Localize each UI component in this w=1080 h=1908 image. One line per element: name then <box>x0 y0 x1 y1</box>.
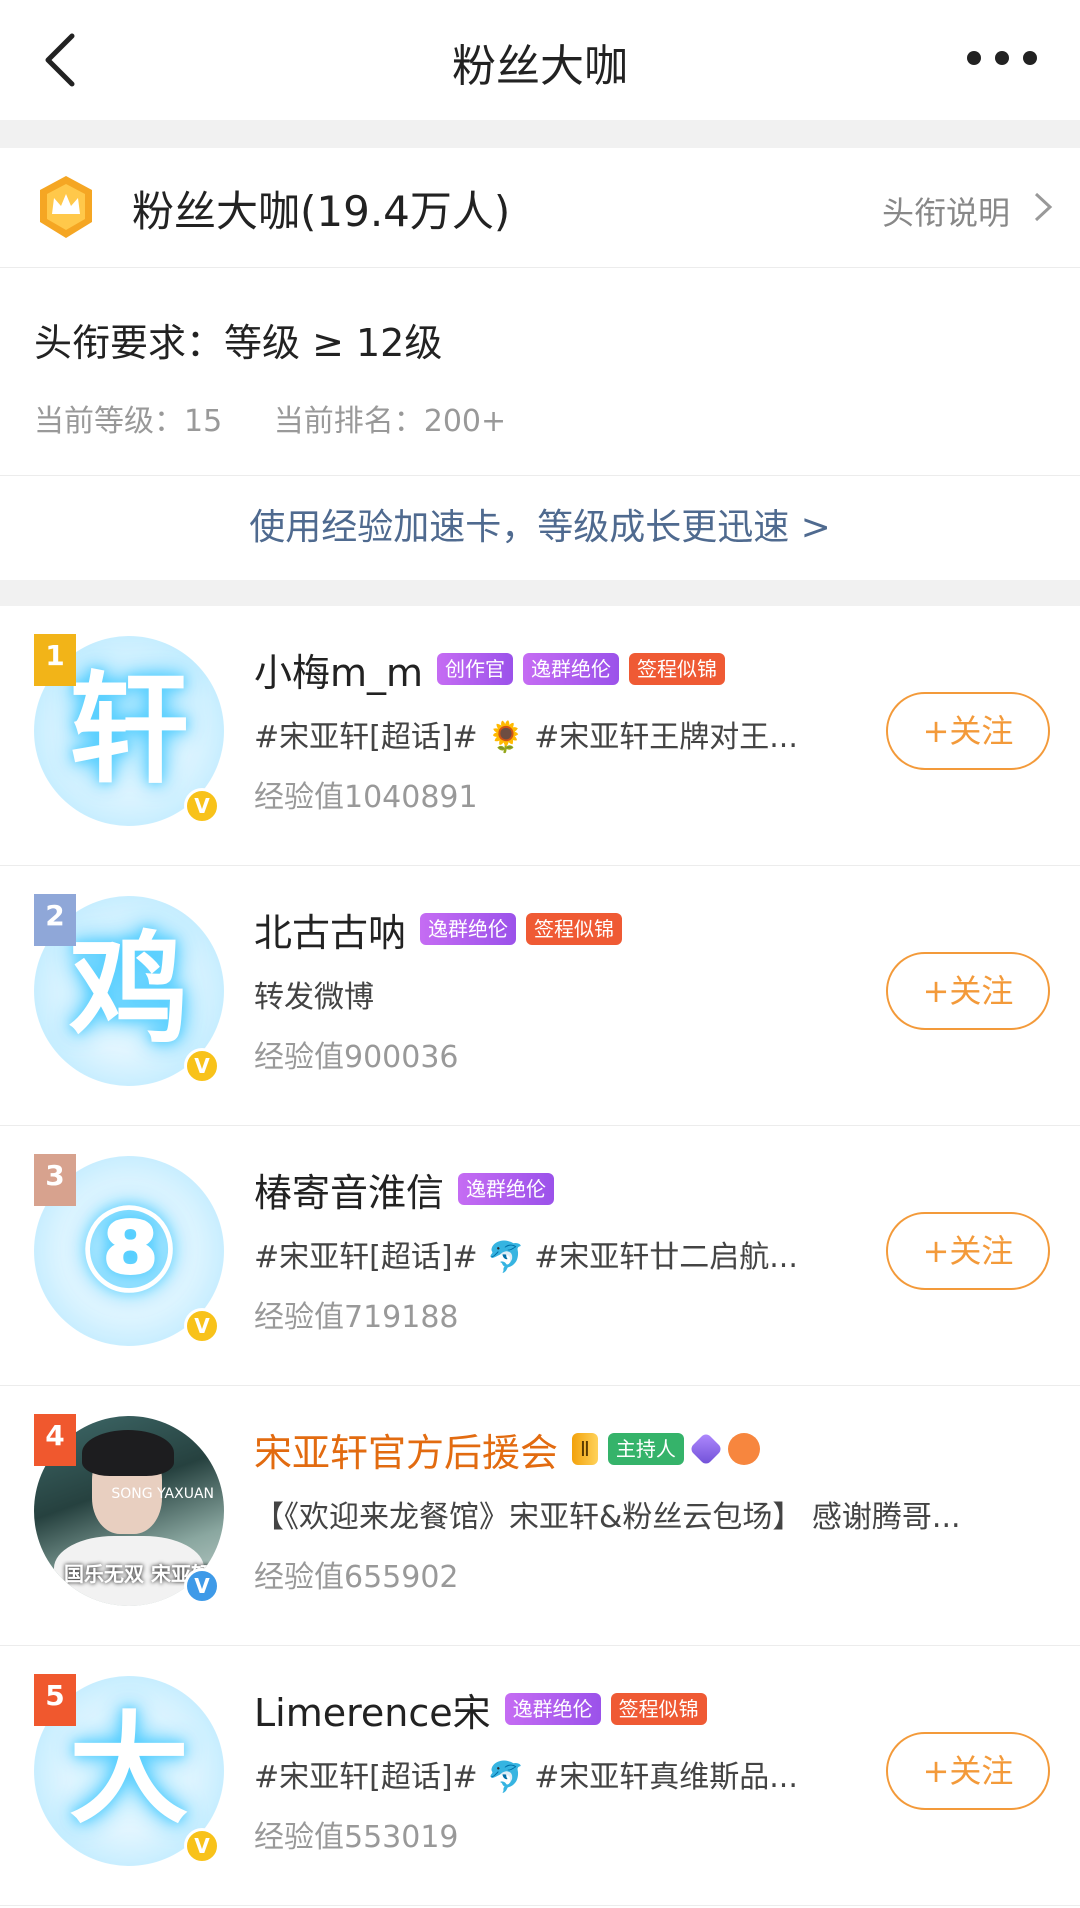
verified-badge: V <box>184 1048 220 1084</box>
speed-card-link[interactable]: 使用经验加速卡，等级成长更迅速 > <box>0 476 1080 580</box>
tag: 逸群绝伦 <box>458 1173 555 1205</box>
user-description: #宋亚轩[超话]# 🐬 #宋亚轩真维斯品... <box>254 1760 798 1795</box>
title-name: 粉丝大咖(19.4万人) <box>132 187 511 236</box>
verified-badge: V <box>184 1308 220 1344</box>
tag: 创作官 <box>437 653 514 685</box>
experience-value: 经验值553019 <box>254 1820 459 1855</box>
crown-badge-icon <box>40 176 92 238</box>
user-description: 【《欢迎来龙餐馆》宋亚轩&粉丝云包场】 感谢腾哥... <box>254 1500 961 1535</box>
list-item[interactable]: SONG YAXUAN 国乐无双 宋亚轩 4 V 宋亚轩官方后援会 Ⅱ 主持人 … <box>0 1386 1080 1646</box>
current-info: 当前等级：15 当前排名：200+ <box>34 396 548 440</box>
verified-badge: V <box>184 1568 220 1604</box>
tag: 签程似锦 <box>526 913 623 945</box>
tag: 签程似锦 <box>610 1693 707 1725</box>
requirement-title: 头衔要求：等级 ≥ 12级 <box>34 321 443 365</box>
gem-icon <box>688 1432 723 1466</box>
user-name[interactable]: Limerence宋 <box>254 1682 491 1737</box>
list-item[interactable]: 鸡 2 V 北古古呐 逸群绝伦 签程似锦 转发微博 经验值900036 +关注 <box>0 866 1080 1126</box>
divider <box>0 580 1080 606</box>
name-line: 椿寄音淮信 逸群绝伦 <box>254 1162 564 1217</box>
user-description: 转发微博 <box>254 980 374 1015</box>
chevron-right-icon[interactable] <box>1032 190 1054 224</box>
rank-badge: 3 <box>34 1154 76 1206</box>
requirement-section: 头衔要求：等级 ≥ 12级 当前等级：15 当前排名：200+ <box>0 268 1080 476</box>
current-level: 当前等级：15 <box>34 404 223 439</box>
user-description: #宋亚轩[超话]# 🐬 #宋亚轩廿二启航... <box>254 1240 798 1275</box>
user-name[interactable]: 宋亚轩官方后援会 <box>254 1422 558 1477</box>
name-line: Limerence宋 逸群绝伦 签程似锦 <box>254 1682 717 1737</box>
verified-badge: V <box>184 788 220 824</box>
name-line: 宋亚轩官方后援会 Ⅱ 主持人 <box>254 1422 770 1477</box>
nav-bar: 粉丝大咖 <box>0 0 1080 120</box>
rank-badge: 5 <box>34 1674 76 1726</box>
title-row: 粉丝大咖(19.4万人) 头衔说明 <box>0 148 1080 268</box>
rank-badge: 1 <box>34 634 76 686</box>
avatar-photo-hair <box>82 1430 174 1476</box>
tag: 逸群绝伦 <box>504 1693 601 1725</box>
avatar-photo-caption-en: SONG YAXUAN <box>111 1486 214 1502</box>
list-item[interactable]: ⑧ 3 V 椿寄音淮信 逸群绝伦 #宋亚轩[超话]# 🐬 #宋亚轩廿二启航...… <box>0 1126 1080 1386</box>
more-icon[interactable] <box>964 46 1040 70</box>
follow-button[interactable]: +关注 <box>886 1732 1050 1810</box>
follow-button[interactable]: +关注 <box>886 952 1050 1030</box>
list-item[interactable]: 大 5 V Limerence宋 逸群绝伦 签程似锦 #宋亚轩[超话]# 🐬 #… <box>0 1646 1080 1906</box>
user-description: #宋亚轩[超话]# 🌻 #宋亚轩王牌对王... <box>254 720 798 755</box>
title-explain-link[interactable]: 头衔说明 <box>882 188 1010 234</box>
current-rank: 当前排名：200+ <box>273 404 507 439</box>
tag: 逸群绝伦 <box>523 653 620 685</box>
verified-badge: V <box>184 1828 220 1864</box>
page-title: 粉丝大咖 <box>452 41 628 92</box>
tag: 主持人 <box>607 1433 684 1465</box>
divider <box>0 120 1080 148</box>
follow-button[interactable]: +关注 <box>886 1212 1050 1290</box>
tag: 签程似锦 <box>629 653 726 685</box>
experience-value: 经验值655902 <box>254 1560 459 1595</box>
experience-value: 经验值1040891 <box>254 780 478 815</box>
tag: 逸群绝伦 <box>420 913 517 945</box>
name-line: 小梅m_m 创作官 逸群绝伦 签程似锦 <box>254 642 735 697</box>
follow-button[interactable]: +关注 <box>886 692 1050 770</box>
user-name[interactable]: 椿寄音淮信 <box>254 1162 444 1217</box>
rank-badge: 2 <box>34 894 76 946</box>
name-line: 北古古呐 逸群绝伦 签程似锦 <box>254 902 632 957</box>
tag: Ⅱ <box>572 1433 598 1465</box>
list-item[interactable]: 轩 1 V 小梅m_m 创作官 逸群绝伦 签程似锦 #宋亚轩[超话]# 🌻 #宋… <box>0 606 1080 866</box>
fox-icon <box>727 1433 760 1465</box>
experience-value: 经验值900036 <box>254 1040 459 1075</box>
rank-badge: 4 <box>34 1414 76 1466</box>
experience-value: 经验值719188 <box>254 1300 459 1335</box>
user-name[interactable]: 小梅m_m <box>254 642 423 697</box>
user-name[interactable]: 北古古呐 <box>254 902 406 957</box>
